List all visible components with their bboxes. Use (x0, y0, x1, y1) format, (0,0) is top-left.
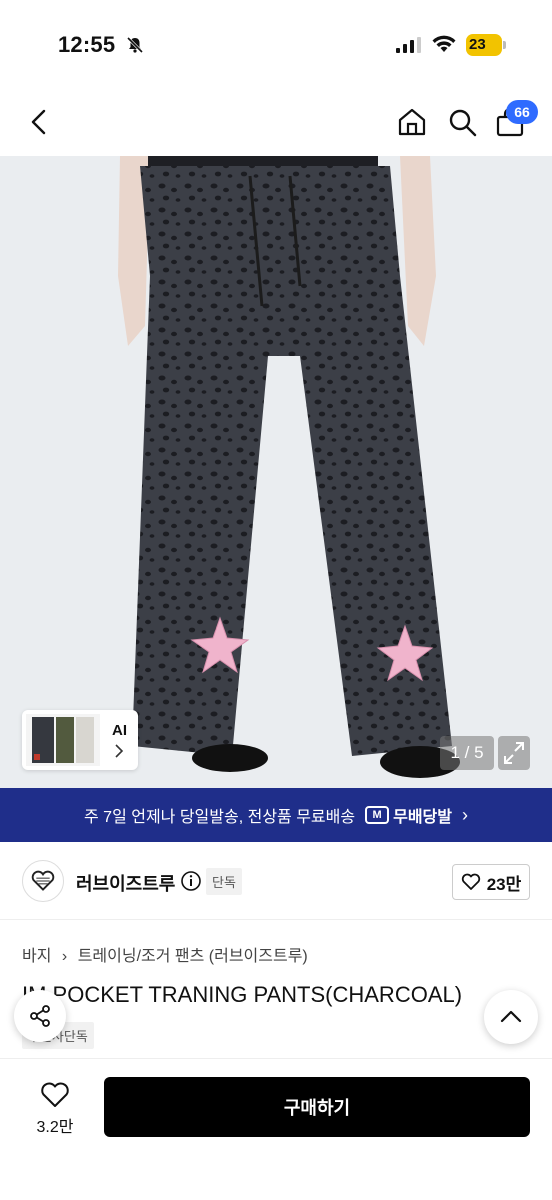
heart-logo-icon (31, 870, 55, 891)
shipping-banner[interactable]: 주 7일 언제나 당일발송, 전상품 무료배송 M 무배당발 › (0, 788, 552, 842)
product-image[interactable] (0, 156, 552, 788)
banner-logo: M 무배당발 › (365, 803, 468, 827)
breadcrumb-category[interactable]: 바지 (22, 948, 51, 965)
brand-row: 러브이즈트루 단독 23만 (0, 842, 552, 920)
app-header (0, 90, 552, 156)
home-icon[interactable] (396, 106, 428, 138)
wishlist-count: 3.2만 (36, 1119, 74, 1136)
status-bar: 12:55 23 (0, 0, 552, 90)
share-icon (30, 1005, 50, 1027)
search-icon[interactable] (446, 106, 478, 138)
breadcrumb-separator: › (61, 948, 68, 965)
ai-label: AI (112, 722, 127, 739)
brand-like-button[interactable]: 23만 (452, 864, 530, 900)
product-photo (0, 156, 552, 788)
buy-button[interactable]: 구매하기 (104, 1077, 530, 1137)
battery-tip (503, 41, 506, 49)
banner-logo-mark: M (365, 806, 390, 824)
ai-thumbnail-card[interactable]: AI (22, 710, 138, 770)
breadcrumb-subcategory[interactable]: 트레이닝/조거 팬츠 (러브이즈트루) (78, 948, 308, 965)
exclusive-badge: 단독 (206, 868, 242, 895)
cart-count-badge: 66 (506, 100, 538, 124)
scroll-top-button[interactable] (484, 990, 538, 1044)
chevron-right-icon (115, 744, 124, 758)
info-icon[interactable] (180, 870, 202, 892)
brand-logo[interactable] (22, 860, 64, 902)
banner-chevron: › (461, 804, 468, 825)
banner-text: 주 7일 언제나 당일발송, 전상품 무료배송 (84, 809, 356, 826)
back-icon[interactable] (26, 108, 52, 136)
brand-name[interactable]: 러브이즈트루 (76, 870, 175, 896)
signal-icon (396, 37, 421, 53)
expand-icon (504, 742, 524, 764)
product-title: IM POCKET TRANING PANTS(CHARCOAL) (22, 982, 463, 1007)
share-button[interactable] (14, 990, 66, 1042)
wishlist-heart-icon[interactable] (40, 1081, 70, 1109)
thumbnail-image (26, 714, 100, 766)
bell-slash-icon (126, 36, 144, 54)
battery-indicator: 23 (466, 34, 502, 56)
bottom-action-bar: 3.2만 구매하기 (0, 1058, 552, 1200)
wifi-icon (432, 35, 456, 52)
battery-level: 23 (469, 36, 486, 53)
breadcrumb: 바지 › 트레이닝/조거 팬츠 (러브이즈트루) (22, 942, 314, 966)
chevron-up-icon (500, 1010, 522, 1023)
heart-icon (461, 873, 480, 890)
status-time: 12:55 (58, 32, 116, 57)
expand-button[interactable] (498, 736, 530, 770)
image-pager: 1 / 5 (440, 736, 494, 770)
banner-logo-text: 무배당발 (393, 809, 452, 826)
brand-like-count: 23만 (486, 874, 522, 894)
